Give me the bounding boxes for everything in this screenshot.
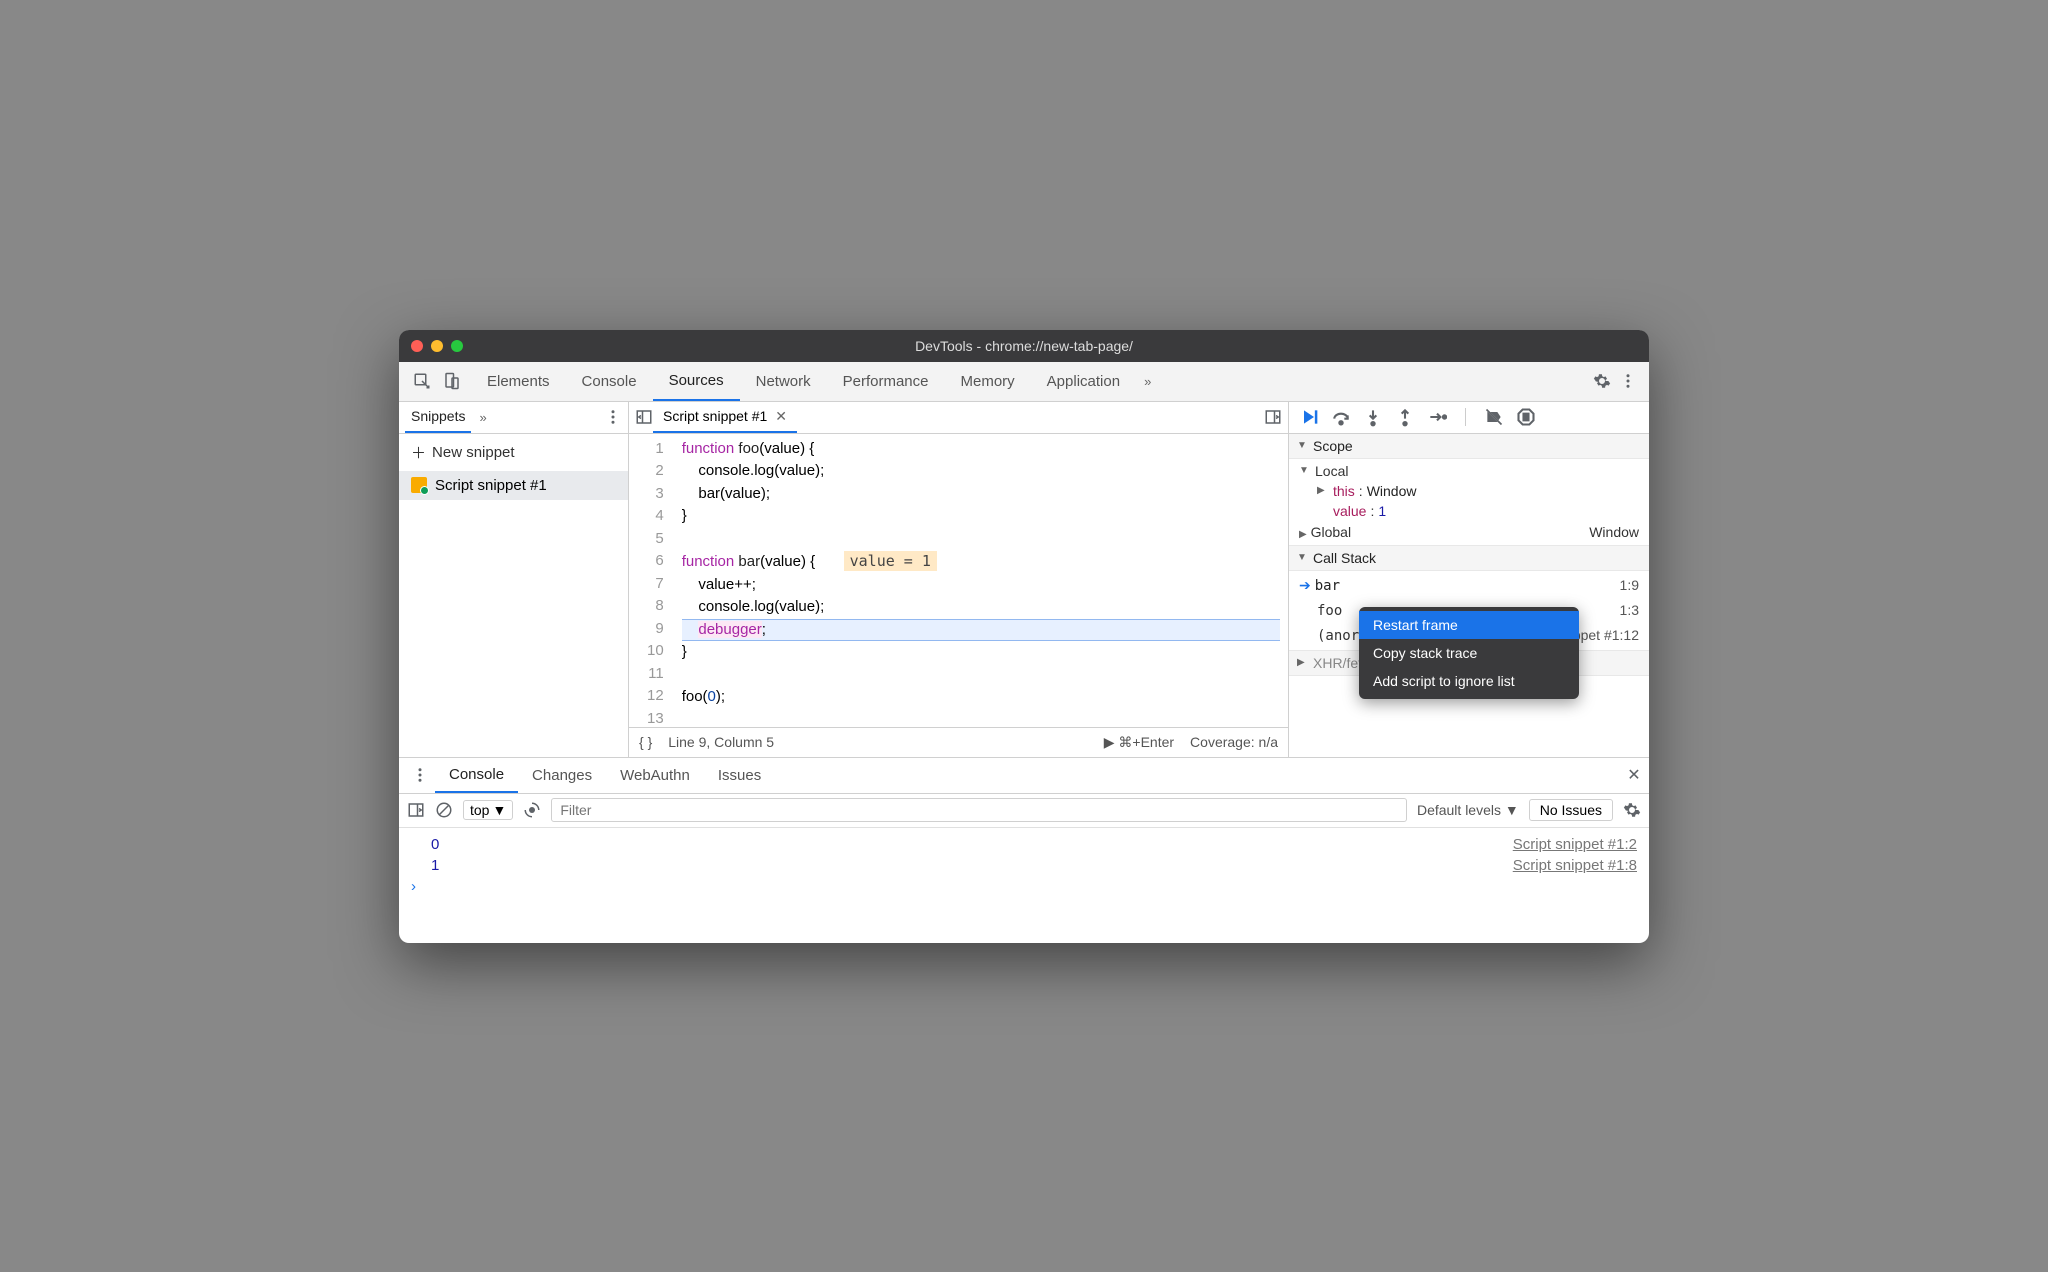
more-nav-tabs-icon[interactable]: » — [471, 410, 494, 425]
scope-body: ▼Local ▶this: Window value: 1 ▶ GlobalWi… — [1289, 459, 1649, 546]
coverage-label: Coverage: n/a — [1190, 734, 1278, 750]
run-snippet-button[interactable]: ▶ ⌘+Enter — [1104, 734, 1174, 751]
scope-header[interactable]: ▼Scope — [1289, 434, 1649, 459]
cm-restart-frame[interactable]: Restart frame — [1359, 611, 1579, 639]
step-into-icon[interactable] — [1363, 407, 1383, 427]
step-over-icon[interactable] — [1331, 407, 1351, 427]
code: function foo(value) { console.log(value)… — [674, 434, 1288, 727]
resume-icon[interactable] — [1299, 407, 1319, 427]
console-log-row: 1 Script snippet #1:8 — [399, 855, 1649, 876]
editor-statusbar: { } Line 9, Column 5 ▶ ⌘+Enter Coverage:… — [629, 727, 1288, 757]
snippet-item[interactable]: Script snippet #1 — [399, 471, 628, 500]
code-editor[interactable]: 12345678910111213 function foo(value) { … — [629, 434, 1288, 727]
log-source-link[interactable]: Script snippet #1:2 — [1513, 836, 1637, 853]
drawer-tabs: Console Changes WebAuthn Issues ✕ — [399, 758, 1649, 794]
tab-console[interactable]: Console — [566, 362, 653, 401]
callstack-header[interactable]: ▼Call Stack — [1289, 546, 1649, 571]
tab-sources[interactable]: Sources — [653, 362, 740, 401]
gutter: 12345678910111213 — [629, 434, 674, 727]
step-icon[interactable] — [1427, 407, 1447, 427]
select-element-icon[interactable] — [413, 372, 431, 390]
drawer: Console Changes WebAuthn Issues ✕ top ▼ … — [399, 757, 1649, 943]
console-settings-icon[interactable] — [1623, 801, 1641, 819]
inline-value-hint: value = 1 — [844, 551, 937, 571]
close-window-button[interactable] — [411, 340, 423, 352]
drawer-tab-issues[interactable]: Issues — [704, 758, 775, 793]
settings-icon[interactable] — [1593, 372, 1611, 390]
new-snippet-button[interactable]: ＋ New snippet — [399, 434, 628, 471]
traffic-lights — [411, 340, 463, 352]
cursor-position: Line 9, Column 5 — [668, 734, 774, 750]
debugger-pane: ▼Scope ▼Local ▶this: Window value: 1 ▶ G… — [1289, 402, 1649, 757]
context-selector[interactable]: top ▼ — [463, 800, 513, 820]
editor-tab-label: Script snippet #1 — [663, 408, 767, 424]
kebab-menu-icon[interactable] — [1619, 372, 1637, 390]
nav-kebab-icon[interactable] — [604, 408, 622, 426]
navigator-pane: Snippets » ＋ New snippet Script snippet … — [399, 402, 629, 757]
editor-pane: Script snippet #1 ✕ 12345678910111213 fu… — [629, 402, 1289, 757]
log-source-link[interactable]: Script snippet #1:8 — [1513, 857, 1637, 874]
console-toolbar: top ▼ Default levels ▼ No Issues — [399, 794, 1649, 828]
cm-ignore-list[interactable]: Add script to ignore list — [1359, 667, 1579, 695]
step-out-icon[interactable] — [1395, 407, 1415, 427]
deactivate-breakpoints-icon[interactable] — [1484, 407, 1504, 427]
drawer-kebab-icon[interactable] — [411, 766, 429, 784]
inspect-icons — [403, 372, 471, 390]
sources-content: Snippets » ＋ New snippet Script snippet … — [399, 402, 1649, 757]
console-prompt[interactable]: › — [399, 876, 1649, 897]
tab-elements[interactable]: Elements — [471, 362, 566, 401]
tab-memory[interactable]: Memory — [945, 362, 1031, 401]
snippet-name: Script snippet #1 — [435, 477, 547, 494]
cm-copy-stack[interactable]: Copy stack trace — [1359, 639, 1579, 667]
maximize-window-button[interactable] — [451, 340, 463, 352]
filter-input[interactable] — [551, 798, 1407, 822]
clear-console-icon[interactable] — [435, 801, 453, 819]
close-tab-icon[interactable]: ✕ — [775, 408, 787, 425]
console-body: 0 Script snippet #1:2 1 Script snippet #… — [399, 828, 1649, 943]
console-log-row: 0 Script snippet #1:2 — [399, 834, 1649, 855]
drawer-tab-console[interactable]: Console — [435, 758, 518, 793]
pretty-print-icon[interactable]: { } — [639, 734, 652, 750]
navigator-header: Snippets » — [399, 402, 628, 434]
tab-network[interactable]: Network — [740, 362, 827, 401]
debugger-toolbar — [1289, 402, 1649, 434]
live-expression-icon[interactable] — [523, 801, 541, 819]
window-title: DevTools - chrome://new-tab-page/ — [399, 338, 1649, 354]
stack-frame[interactable]: ➔bar1:9 — [1289, 573, 1649, 598]
drawer-tab-changes[interactable]: Changes — [518, 758, 606, 793]
editor-tab-snippet[interactable]: Script snippet #1 ✕ — [653, 402, 797, 433]
toggle-debugger-icon[interactable] — [1264, 408, 1282, 426]
levels-selector[interactable]: Default levels ▼ — [1417, 802, 1519, 818]
toggle-console-sidebar-icon[interactable] — [407, 801, 425, 819]
context-menu: Restart frame Copy stack trace Add scrip… — [1359, 607, 1579, 699]
pause-exceptions-icon[interactable] — [1516, 407, 1536, 427]
editor-tabs: Script snippet #1 ✕ — [629, 402, 1288, 434]
toggle-sidebar-icon[interactable] — [635, 408, 653, 426]
tab-application[interactable]: Application — [1031, 362, 1136, 401]
main-tabs: Elements Console Sources Network Perform… — [399, 362, 1649, 402]
snippets-tab[interactable]: Snippets — [405, 402, 471, 433]
more-tabs-icon[interactable]: » — [1136, 374, 1159, 389]
titlebar: DevTools - chrome://new-tab-page/ — [399, 330, 1649, 362]
drawer-tab-webauthn[interactable]: WebAuthn — [606, 758, 704, 793]
new-snippet-label: New snippet — [432, 444, 515, 461]
close-drawer-icon[interactable]: ✕ — [1625, 766, 1643, 784]
snippet-file-icon — [411, 477, 427, 493]
toggle-device-icon[interactable] — [443, 372, 461, 390]
plus-icon: ＋ — [411, 442, 426, 463]
no-issues-button[interactable]: No Issues — [1529, 799, 1613, 821]
tab-performance[interactable]: Performance — [827, 362, 945, 401]
devtools-window: DevTools - chrome://new-tab-page/ Elemen… — [399, 330, 1649, 943]
minimize-window-button[interactable] — [431, 340, 443, 352]
